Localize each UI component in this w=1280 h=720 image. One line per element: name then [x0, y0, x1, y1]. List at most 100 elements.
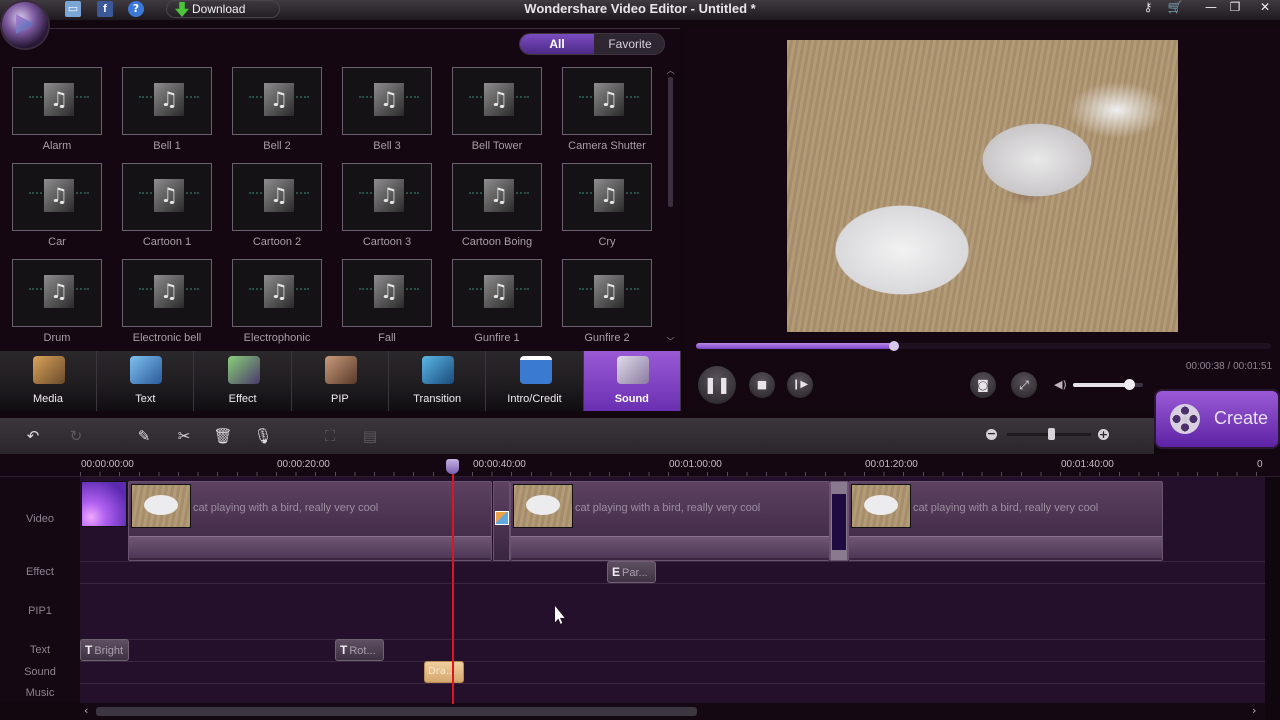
seek-bar[interactable] [696, 341, 1271, 351]
sound-item[interactable]: ♫ Fall [342, 259, 432, 349]
volume-slider[interactable] [1073, 379, 1143, 390]
split-button[interactable]: ✂ [174, 426, 194, 446]
crop-button[interactable]: ⛶ [320, 426, 340, 446]
create-label: Create [1214, 408, 1269, 428]
category-tab-media[interactable]: Media [0, 351, 97, 411]
timeline-vertical-scrollbar[interactable] [1265, 477, 1280, 720]
sound-item[interactable]: ♫ Bell 3 [342, 67, 432, 157]
sound-item[interactable]: ♫ Electrophonic [232, 259, 322, 349]
save-icon[interactable]: ▭ [65, 1, 81, 17]
sound-item[interactable]: ♫ Gunfire 2 [562, 259, 652, 349]
track-label-sound: Sound [0, 661, 80, 683]
category-tab-text[interactable]: Text [97, 351, 195, 411]
app-logo[interactable] [2, 2, 48, 48]
facebook-icon[interactable]: f [97, 1, 113, 17]
sound-item[interactable]: ♫ Camera Shutter [562, 67, 652, 157]
minimize-button[interactable]: — [1200, 0, 1222, 16]
tab-favorite[interactable]: Favorite [594, 34, 664, 54]
timeline-horizontal-scrollbar[interactable]: ‹ › [80, 703, 1265, 720]
video-clip[interactable]: cat playing with a bird, really very coo… [510, 481, 830, 561]
video-clip[interactable]: cat playing with a bird, really very coo… [848, 481, 1163, 561]
edit-button[interactable]: ✎ [134, 426, 154, 446]
zoom-in-button[interactable]: + [1098, 429, 1109, 440]
sound-clip[interactable]: Dra... [424, 661, 464, 683]
category-tab-sound[interactable]: Sound [583, 351, 681, 411]
sound-item[interactable]: ♫ Alarm [12, 67, 102, 157]
stop-button[interactable]: ■ [749, 372, 775, 398]
cart-icon[interactable]: 🛒 [1164, 0, 1186, 16]
pause-button[interactable]: ❚❚ [698, 366, 736, 404]
text-badge: T [340, 643, 348, 657]
fullscreen-button[interactable]: ⤢ [1011, 372, 1037, 398]
key-icon[interactable]: ⚷ [1137, 0, 1159, 16]
sound-item-label: Cartoon 3 [362, 236, 412, 248]
music-note-icon: ♫ [594, 275, 624, 308]
restore-button[interactable]: ❐ [1224, 0, 1246, 16]
sound-item[interactable]: ♫ Cartoon 3 [342, 163, 432, 253]
music-note-icon: ♫ [264, 83, 294, 116]
sound-item[interactable]: ♫ Cartoon 2 [232, 163, 322, 253]
create-button[interactable]: Create [1154, 389, 1280, 449]
next-frame-button[interactable]: ❙▶ [787, 372, 813, 398]
sound-item[interactable]: ♫ Cartoon Boing [452, 163, 542, 253]
sound-item-label: Cartoon Boing [461, 236, 533, 248]
text-label: Rot... [349, 645, 376, 657]
sound-item[interactable]: ♫ Electronic bell [122, 259, 212, 349]
snapshot-button[interactable]: ◙ [970, 372, 996, 398]
tab-all[interactable]: All [520, 34, 594, 54]
track-label-effect: Effect [0, 561, 80, 583]
ruler-tick-label: 0 [1257, 459, 1263, 470]
category-tab-intro-credit[interactable]: Intro/Credit [487, 351, 584, 411]
scroll-left-icon[interactable]: ‹ [84, 704, 88, 717]
sound-item[interactable]: ♫ Bell 2 [232, 67, 322, 157]
scrollbar-thumb[interactable] [96, 707, 697, 716]
sound-item[interactable]: ♫ Cartoon 1 [122, 163, 212, 253]
sound-item[interactable]: ♫ Drum [12, 259, 102, 349]
category-tab-pip[interactable]: PIP [292, 351, 389, 411]
track-divider [80, 561, 1265, 562]
music-note-icon: ♫ [484, 83, 514, 116]
video-clip[interactable]: cat playing with a bird, really very coo… [128, 481, 492, 561]
sound-item[interactable]: ♫ Car [12, 163, 102, 253]
timeline-ruler[interactable]: 00:00:00:00 00:00:20:00 00:00:40:00 00:01:0… [0, 455, 1280, 477]
sound-item[interactable]: ♫ Bell 1 [122, 67, 212, 157]
scroll-down-icon[interactable]: ﹀ [666, 336, 675, 347]
ruler-minor-ticks [80, 472, 1262, 476]
library-scrollbar[interactable]: ︿ ﹀ [666, 65, 675, 347]
redo-button[interactable]: ↻ [66, 426, 86, 446]
text-item[interactable]: T Bright [80, 639, 129, 661]
transition-marker[interactable] [493, 481, 510, 561]
text-item[interactable]: T Rot... [335, 639, 384, 661]
volume-icon[interactable]: ◀) [1054, 378, 1067, 391]
delete-button[interactable]: 🗑 [213, 426, 233, 446]
scroll-right-icon[interactable]: › [1252, 704, 1256, 717]
undo-button[interactable]: ↶ [23, 426, 43, 446]
volume-handle[interactable] [1124, 379, 1135, 390]
download-button[interactable]: Download [166, 0, 280, 18]
playhead-handle[interactable] [446, 459, 459, 474]
close-button[interactable]: ✕ [1254, 0, 1276, 16]
timeline-zoom-slider[interactable] [1007, 428, 1091, 440]
category-tabs: Media Text Effect PIP Transition Intro/Credit… [0, 351, 681, 411]
scrollbar-thumb[interactable] [668, 77, 673, 207]
sound-item[interactable]: ♫ Bell Tower [452, 67, 542, 157]
seek-handle[interactable] [889, 341, 900, 351]
intro-clip[interactable] [81, 481, 127, 527]
sound-item-label: Cartoon 2 [252, 236, 302, 248]
transition-marker[interactable] [830, 481, 848, 561]
category-tab-effect[interactable]: Effect [195, 351, 292, 411]
track-label-music: Music [0, 683, 80, 703]
zoom-handle[interactable] [1047, 428, 1055, 440]
sound-item[interactable]: ♫ Cry [562, 163, 652, 253]
effect-item[interactable]: E Par... [607, 561, 656, 583]
category-label: Effect [228, 393, 257, 405]
track-divider [80, 583, 1265, 584]
sound-item[interactable]: ♫ Gunfire 1 [452, 259, 542, 349]
record-voiceover-button[interactable]: 🎙 [253, 426, 273, 446]
zoom-out-button[interactable]: − [986, 428, 997, 440]
scroll-up-icon[interactable]: ︿ [666, 65, 675, 76]
help-icon[interactable]: ? [128, 1, 144, 17]
track-divider [80, 639, 1265, 640]
category-tab-transition[interactable]: Transition [389, 351, 487, 411]
detect-scene-button[interactable]: ▤ [360, 426, 380, 446]
